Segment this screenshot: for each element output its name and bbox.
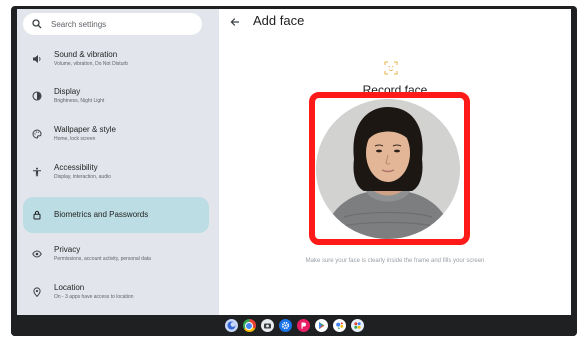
sidebar-item-title: Sound & vibration (54, 50, 118, 59)
search-icon (32, 19, 42, 29)
app-grid-icon[interactable] (350, 319, 364, 332)
add-face-panel: Add face Record face Make sure your face… (219, 9, 571, 315)
sidebar-item-privacy[interactable]: Privacy Permissions, account activity, pe… (23, 237, 209, 271)
instruction-text: Make sure your face is clearly inside th… (305, 258, 485, 264)
sidebar-item-wallpaper[interactable]: Wallpaper & style Home, lock screen (23, 117, 209, 151)
location-pin-icon (31, 286, 43, 298)
sidebar-item-subtitle: Permissions, account activity, personal … (54, 256, 151, 262)
sidebar-item-location[interactable]: Location On - 3 apps have access to locat… (23, 275, 209, 309)
face-scan-icon (384, 61, 398, 75)
tablet-frame: Search settings Sound & vibration Volume,… (11, 6, 577, 336)
sidebar-item-title: Wallpaper & style (54, 125, 116, 134)
sidebar-item-subtitle: Brightness, Night Light (54, 98, 105, 104)
settings-icon[interactable] (278, 319, 292, 332)
sidebar-item-subtitle: Home, lock screen (54, 136, 96, 142)
assistant-icon[interactable] (332, 319, 346, 332)
palette-icon (31, 128, 43, 140)
sidebar-item-subtitle: On - 3 apps have access to location (54, 294, 134, 300)
sidebar-item-subtitle: Volume, vibration, Do Not Disturb (54, 61, 128, 67)
sidebar-item-title: Privacy (54, 245, 81, 254)
play-store-icon[interactable] (314, 319, 328, 332)
accessibility-icon (31, 166, 43, 178)
privacy-eye-icon (31, 248, 43, 260)
taskbar (11, 315, 577, 336)
sidebar-item-title: Biometrics and Passwords (54, 210, 149, 219)
page-title: Add face (253, 13, 305, 28)
sidebar-item-biometrics[interactable]: Biometrics and Passwords (23, 197, 209, 233)
sidebar-item-title: Accessibility (54, 163, 98, 172)
highlight-box (309, 92, 470, 245)
screen: Search settings Sound & vibration Volume,… (17, 9, 571, 315)
sidebar-item-title: Location (54, 283, 85, 292)
camera-icon[interactable] (260, 319, 274, 332)
sidebar-item-sound[interactable]: Sound & vibration Volume, vibration, Do N… (23, 42, 209, 76)
sidebar-item-subtitle: Display, interaction, audio (54, 174, 111, 180)
settings-sidebar: Search settings Sound & vibration Volume,… (17, 9, 219, 315)
back-arrow-icon[interactable] (229, 16, 241, 28)
launcher-icon[interactable] (224, 319, 238, 332)
display-icon (31, 90, 43, 102)
sidebar-item-accessibility[interactable]: Accessibility Display, interaction, audio (23, 155, 209, 189)
sidebar-item-title: Display (54, 87, 81, 96)
sidebar-item-display[interactable]: Display Brightness, Night Light (23, 79, 209, 113)
search-bar[interactable]: Search settings (23, 13, 202, 35)
photos-icon[interactable] (296, 319, 310, 332)
lock-icon (31, 209, 43, 221)
speaker-icon (31, 53, 43, 65)
search-placeholder: Search settings (51, 19, 107, 29)
chrome-icon[interactable] (242, 319, 256, 332)
